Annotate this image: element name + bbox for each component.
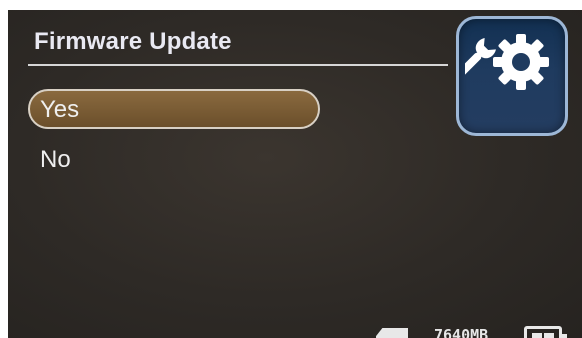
battery-icon: [524, 326, 567, 338]
storage-readout: 7640MB: [434, 326, 489, 338]
menu-item-label: No: [40, 146, 71, 173]
menu-item-label: Yes: [40, 96, 80, 123]
sd-card-icon: [376, 328, 408, 338]
firmware-update-screen: Firmware Update Yes No 7640MB: [8, 10, 582, 338]
status-bar: 7640MB: [368, 318, 582, 338]
menu-item-yes[interactable]: Yes: [28, 89, 320, 129]
gear-wrench-icon: [465, 34, 549, 100]
menu-item-no[interactable]: No: [28, 139, 320, 179]
page-title: Firmware Update: [34, 28, 232, 55]
title-divider: [28, 64, 448, 66]
settings-badge: [456, 16, 568, 136]
